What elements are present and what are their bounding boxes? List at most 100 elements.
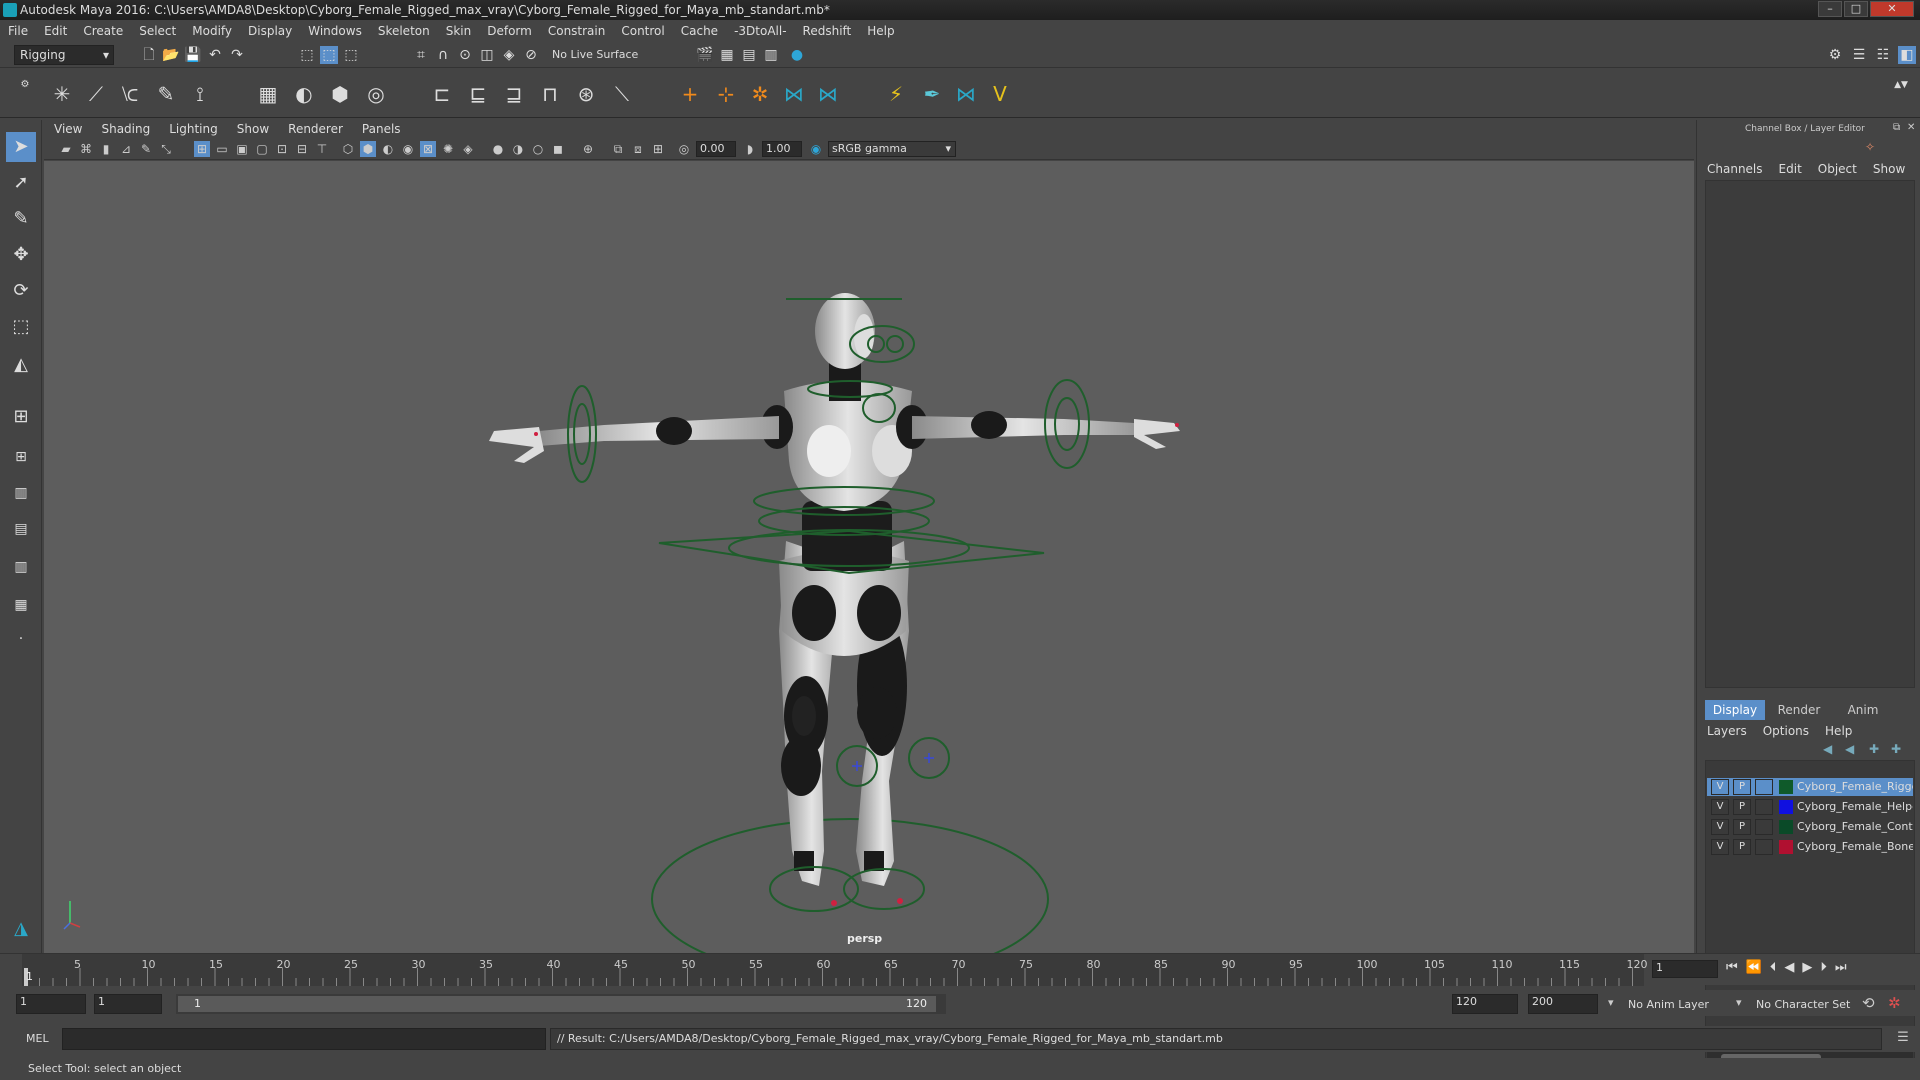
go-to-start-icon[interactable]: ⏮	[1726, 960, 1746, 975]
safe-title-icon[interactable]: ⊤	[314, 141, 330, 157]
exposure-icon[interactable]: ◎	[676, 141, 692, 157]
grid-icon[interactable]: ⊞	[194, 141, 210, 157]
xray-joints-icon[interactable]: ⊠	[420, 141, 436, 157]
textured-icon[interactable]: ◉	[400, 141, 416, 157]
menu-modify[interactable]: Modify	[184, 20, 240, 42]
time-slider[interactable]: 5 10 15 20 25 30 35 40 45 50 55 60 65 70 75 80 85 90 95 100…	[0, 953, 1920, 986]
ik-spline-icon[interactable]: ⟈	[116, 80, 144, 108]
outliner-layout-icon[interactable]: ▦	[6, 590, 36, 620]
menu-create[interactable]: Create	[75, 20, 131, 42]
layer-color-swatch[interactable]	[1779, 820, 1793, 834]
menu-select[interactable]: Select	[131, 20, 184, 42]
panel-menu-panels[interactable]: Panels	[352, 120, 410, 138]
layer-visibility-toggle[interactable]: V	[1711, 839, 1729, 855]
live-surface-label[interactable]: No Live Surface	[552, 48, 638, 61]
menu-constrain[interactable]: Constrain	[540, 20, 614, 42]
ambient-occlusion-icon[interactable]: ●	[490, 141, 506, 157]
open-scene-icon[interactable]: 📂	[162, 46, 180, 64]
right-arm-mesh[interactable]	[912, 416, 1134, 439]
redo-icon[interactable]: ↷	[228, 46, 246, 64]
snap-curve-icon[interactable]: ∩	[434, 46, 452, 64]
menu-control[interactable]: Control	[613, 20, 672, 42]
animation-preferences-icon[interactable]: ✲	[1888, 994, 1901, 1012]
panel-menu-view[interactable]: View	[44, 120, 91, 138]
single-perspective-layout-icon[interactable]: ⊞	[6, 402, 36, 432]
xray-icon[interactable]: ⧉	[610, 141, 626, 157]
minimize-button[interactable]: –	[1818, 1, 1842, 17]
rigid-bind-icon[interactable]: ⊒	[500, 80, 528, 108]
menu-deform[interactable]: Deform	[479, 20, 540, 42]
mirror-weights-icon[interactable]: ⟍	[608, 80, 636, 108]
step-back-icon[interactable]: ⏪	[1746, 960, 1770, 975]
layer-playback-toggle[interactable]: P	[1733, 839, 1751, 855]
menu-redshift[interactable]: Redshift	[795, 20, 860, 42]
close-panel-icon[interactable]: ✕	[1907, 122, 1915, 133]
panel-menu-lighting[interactable]: Lighting	[159, 120, 227, 138]
default-lighting-icon[interactable]: ◐	[380, 141, 396, 157]
color-management-icon[interactable]: ◉	[808, 141, 824, 157]
new-empty-layer-icon[interactable]: ✚	[1869, 742, 1879, 756]
float-panel-icon[interactable]: ⧉	[1893, 122, 1900, 133]
menu-cache[interactable]: Cache	[673, 20, 726, 42]
new-layer-selected-icon[interactable]: ✚	[1891, 742, 1901, 756]
snap-grid-icon[interactable]: ⌗	[412, 46, 430, 64]
layer-visibility-toggle[interactable]: V	[1711, 779, 1729, 795]
layer-visibility-toggle[interactable]: V	[1711, 819, 1729, 835]
layout-more-icon[interactable]: ·	[6, 624, 36, 654]
four-view-layout-icon[interactable]: ⊞	[6, 442, 36, 472]
channel-box-toggle-icon[interactable]: ◧	[1898, 46, 1916, 64]
go-to-end-icon[interactable]: ⏭	[1835, 960, 1855, 975]
antialiasing-icon[interactable]: ○	[530, 141, 546, 157]
channel-edit-menu[interactable]: Edit	[1771, 162, 1810, 176]
mirror-joint-icon[interactable]: ⟟	[186, 80, 214, 108]
play-backward-icon[interactable]: ◀	[1784, 960, 1802, 975]
ipr-render-icon[interactable]: ▤	[740, 46, 758, 64]
hypershade-layout-icon[interactable]: ▥	[6, 552, 36, 582]
layer-display-type[interactable]	[1755, 799, 1773, 815]
render-frame-icon[interactable]: ▦	[718, 46, 736, 64]
2d-pan-zoom-icon[interactable]: ⤡	[158, 141, 174, 157]
snap-surface-icon[interactable]: ◈	[500, 46, 518, 64]
bookmark-icon[interactable]: ▮	[98, 141, 114, 157]
auto-key-icon[interactable]: ⟲	[1862, 994, 1875, 1012]
channel-box-area[interactable]	[1705, 180, 1915, 688]
rotate-tool-icon[interactable]: ⟳	[6, 276, 36, 306]
animation-end-field[interactable]: 200	[1528, 994, 1598, 1014]
layer-display-type[interactable]	[1755, 839, 1773, 855]
modeling-toolkit-icon[interactable]: ⚙	[1826, 46, 1844, 64]
menu-3dtoall[interactable]: -3DtoAll-	[726, 20, 794, 42]
point-constraint-icon[interactable]: +	[676, 80, 704, 108]
chevron-down-icon[interactable]: ▾	[1608, 996, 1614, 1009]
waist-mesh[interactable]	[802, 501, 892, 571]
playback-start-field[interactable]: 1	[94, 994, 162, 1014]
tool-settings-icon[interactable]: ☷	[1874, 46, 1892, 64]
undo-icon[interactable]: ↶	[206, 46, 224, 64]
parent-constraint-icon[interactable]: ⋈	[814, 80, 842, 108]
anim-layer-dropdown[interactable]: No Anim Layer	[1628, 998, 1709, 1011]
smooth-shade-icon[interactable]: ⬢	[360, 141, 376, 157]
layers-menu[interactable]: Layers	[1699, 724, 1755, 738]
layer-playback-toggle[interactable]: P	[1733, 799, 1751, 815]
save-scene-icon[interactable]: 💾	[184, 46, 202, 64]
gate-mask-icon[interactable]: ▢	[254, 141, 270, 157]
animation-start-field[interactable]: 1	[16, 994, 86, 1014]
layer-playback-toggle[interactable]: P	[1733, 779, 1751, 795]
panel-menu-show[interactable]: Show	[227, 120, 278, 138]
ik-handle-icon[interactable]: ⟋	[82, 80, 110, 108]
hud-icon[interactable]: ⊞	[650, 141, 666, 157]
attribute-editor-icon[interactable]: ☰	[1850, 46, 1868, 64]
copy-weights-icon[interactable]: ⊛	[572, 80, 600, 108]
panel-menu-renderer[interactable]: Renderer	[278, 120, 352, 138]
layer-color-swatch[interactable]	[1779, 840, 1793, 854]
layer-color-swatch[interactable]	[1779, 800, 1793, 814]
menuset-dropdown[interactable]: Rigging ▾	[14, 45, 114, 65]
range-slider[interactable]: 1 120	[176, 994, 946, 1014]
current-frame-field[interactable]: 1	[1652, 960, 1718, 978]
menu-skeleton[interactable]: Skeleton	[370, 20, 438, 42]
layer-display-type[interactable]	[1755, 819, 1773, 835]
select-hierarchy-icon[interactable]: ⬚	[298, 46, 316, 64]
tab-display[interactable]: Display	[1705, 700, 1765, 720]
smooth-bind-icon[interactable]: ⊑	[464, 80, 492, 108]
layer-options-menu[interactable]: Options	[1755, 724, 1817, 738]
film-gate-icon[interactable]: ▭	[214, 141, 230, 157]
